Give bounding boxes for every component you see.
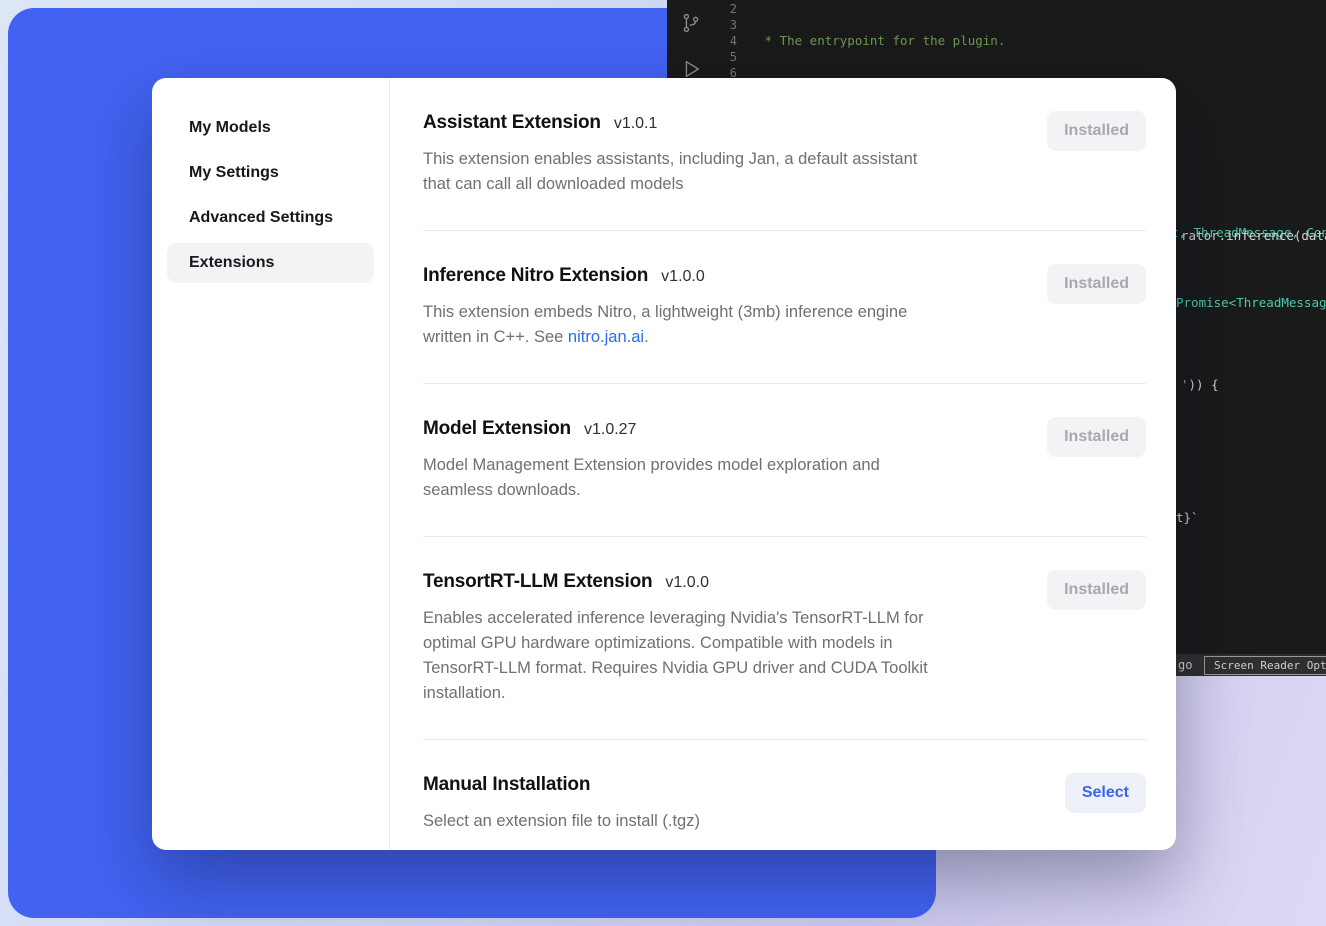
line-number-gutter: 2 3 4 5 6 (703, 1, 737, 81)
installed-button[interactable]: Installed (1047, 111, 1146, 151)
code-line: * The entrypoint for the plugin. (757, 33, 1326, 49)
extension-version: v1.0.0 (661, 268, 705, 286)
extension-description: This extension enables assistants, inclu… (423, 147, 917, 197)
line-number: 2 (703, 1, 737, 17)
extension-section-model: Model Extension v1.0.27 Model Management… (423, 384, 1146, 537)
extension-section-tensorrt-llm: TensortRT-LLM Extension v1.0.0 Enables a… (423, 537, 1146, 740)
code-fragment: t}` (1176, 510, 1199, 526)
status-bar-text: go (1178, 658, 1192, 672)
extension-section-inference-nitro: Inference Nitro Extension v1.0.0 This ex… (423, 231, 1146, 384)
description-text: This extension embeds Nitro, a lightweig… (423, 303, 907, 346)
installed-button[interactable]: Installed (1047, 570, 1146, 610)
extension-version: v1.0.0 (665, 574, 709, 592)
nitro-jan-ai-link[interactable]: nitro.jan.ai (568, 328, 644, 346)
line-number: 4 (703, 33, 737, 49)
screen-reader-optimized-badge[interactable]: Screen Reader Optimized (1204, 656, 1326, 675)
code-fragment: ')) { (1181, 377, 1219, 393)
settings-sidebar: My Models My Settings Advanced Settings … (152, 78, 390, 850)
string-token: ' (1181, 377, 1189, 392)
extension-description: This extension embeds Nitro, a lightweig… (423, 300, 907, 350)
extension-version: v1.0.1 (614, 115, 658, 133)
run-debug-icon[interactable] (680, 58, 702, 80)
manual-installation-section: Manual Installation Select an extension … (423, 740, 1146, 850)
source-control-icon[interactable] (680, 12, 702, 34)
extension-version: v1.0.27 (584, 421, 636, 439)
line-number: 3 (703, 17, 737, 33)
extension-title: Inference Nitro Extension (423, 264, 648, 288)
code-fragment: rator.inference(data)); (1181, 228, 1326, 244)
installed-button[interactable]: Installed (1047, 264, 1146, 304)
extension-title: Model Extension (423, 417, 571, 441)
extensions-panel: Assistant Extension v1.0.1 This extensio… (390, 78, 1176, 850)
code-fragment: Promise<ThreadMessage> (1176, 295, 1326, 311)
select-file-button[interactable]: Select (1065, 773, 1146, 813)
description-text: . (644, 328, 649, 346)
extension-title: TensortRT-LLM Extension (423, 570, 652, 594)
desktop-background: { "app": { "sidebar": { "items": [ { "la… (0, 0, 1326, 926)
sidebar-item-extensions[interactable]: Extensions (167, 243, 374, 283)
punct-token: )) { (1189, 377, 1219, 392)
settings-modal: My Models My Settings Advanced Settings … (152, 78, 1176, 850)
manual-installation-title: Manual Installation (423, 773, 590, 797)
line-number: 5 (703, 49, 737, 65)
extension-title: Assistant Extension (423, 111, 601, 135)
sidebar-item-my-settings[interactable]: My Settings (167, 153, 374, 193)
extension-description: Enables accelerated inference leveraging… (423, 606, 928, 706)
sidebar-item-my-models[interactable]: My Models (167, 108, 374, 148)
manual-installation-description: Select an extension file to install (.tg… (423, 809, 700, 834)
installed-button[interactable]: Installed (1047, 417, 1146, 457)
extension-description: Model Management Extension provides mode… (423, 453, 880, 503)
sidebar-item-advanced-settings[interactable]: Advanced Settings (167, 198, 374, 238)
extension-section-assistant: Assistant Extension v1.0.1 This extensio… (423, 78, 1146, 231)
